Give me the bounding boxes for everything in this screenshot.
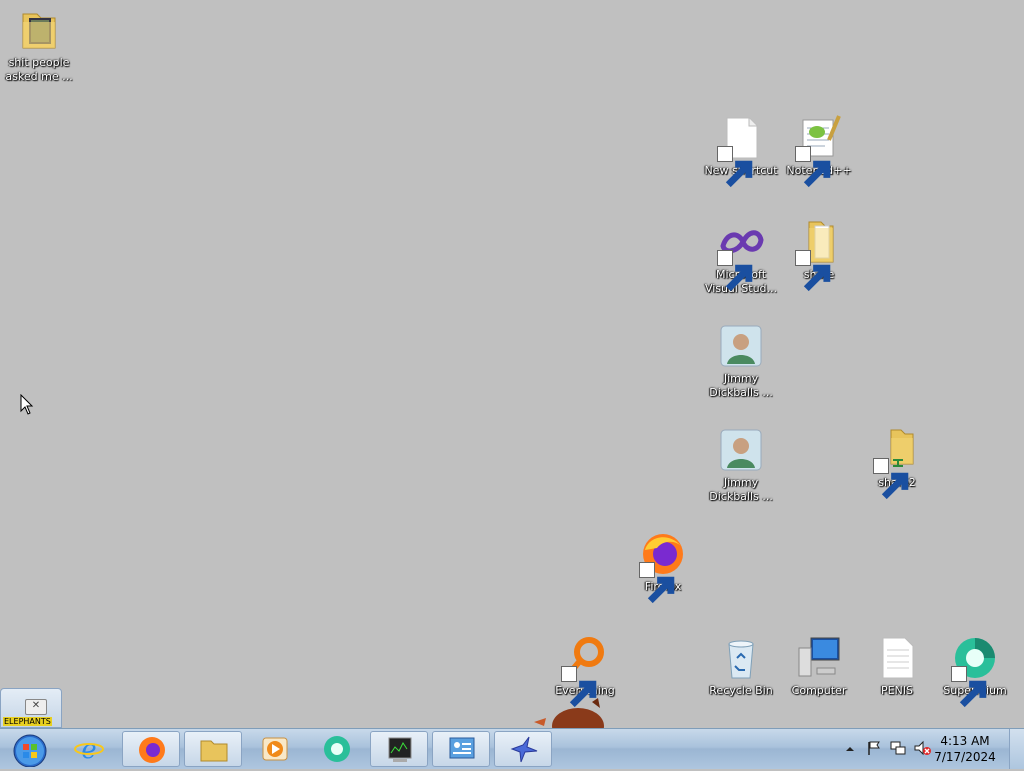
desktop-icon-visual-studio[interactable]: Microsoft Visual Stud... (702, 218, 780, 296)
shortcut-arrow-icon (795, 146, 831, 188)
volume-tray-icon[interactable] (914, 740, 932, 756)
shortcut-arrow-icon (873, 458, 909, 500)
bird-app-icon (510, 736, 538, 763)
desktop-icon-label: Jimmy Dickballs ... (709, 372, 773, 399)
desktop-icon-label: Computer (791, 684, 847, 697)
folder-icon (15, 6, 63, 54)
taskbar-firefox[interactable] (122, 731, 180, 767)
shortcut-arrow-icon (717, 250, 753, 292)
show-desktop-button[interactable] (1009, 729, 1024, 769)
shortcut-arrow-icon (795, 250, 831, 292)
desktop-icon-firefox[interactable]: Firefox (624, 530, 702, 604)
desktop-icon-label: shit people asked me ... (5, 56, 73, 83)
user-icon (717, 426, 765, 474)
svg-text:e: e (81, 735, 96, 764)
task-manager-icon (388, 737, 412, 762)
control-panel-icon (449, 737, 475, 759)
internet-explorer-icon: e (74, 735, 104, 764)
chevron-up-icon (846, 747, 854, 751)
clock[interactable]: 4:13 AM 7/17/2024 (934, 733, 996, 765)
desktop-icon-computer[interactable]: Computer (780, 634, 858, 698)
computer-icon (795, 634, 843, 682)
windows-logo-icon (13, 734, 47, 768)
everything-search-icon (561, 634, 609, 708)
taskbar-supermium[interactable] (308, 731, 366, 767)
flag-icon (868, 741, 880, 755)
visual-studio-icon (717, 218, 765, 292)
notification-popup[interactable]: ✕ ELEPHANTS (0, 688, 62, 728)
volume-muted-icon (914, 740, 931, 756)
supermium-icon (951, 634, 999, 708)
taskbar-file-explorer[interactable] (184, 731, 242, 767)
desktop-icon-supermium[interactable]: Supermium (936, 634, 1014, 708)
taskbar-media-player[interactable] (246, 731, 304, 767)
media-player-icon (262, 737, 288, 761)
close-icon[interactable]: ✕ (25, 699, 47, 715)
network-icon (890, 741, 906, 755)
desktop-icon-share[interactable]: share (780, 218, 858, 292)
blank-file-icon (717, 114, 765, 188)
recycle-bin-icon (717, 634, 765, 682)
notification-text: ELEPHANTS (3, 717, 52, 726)
folder-icon (200, 740, 228, 762)
network-tray-icon[interactable] (890, 740, 906, 756)
taskbar: e 4:13 AM 7/17/2024 (0, 728, 1024, 769)
desktop-icon-jimmy-1[interactable]: Jimmy Dickballs ... (702, 322, 780, 400)
clock-date: 7/17/2024 (934, 750, 996, 764)
supermium-icon (324, 736, 350, 762)
clock-time: 4:13 AM (940, 734, 990, 748)
taskbar-internet-explorer[interactable]: e (60, 731, 118, 767)
desktop-icon-jimmy-2[interactable]: Jimmy Dickballs ... (702, 426, 780, 504)
desktop-pet-sprite[interactable] (532, 698, 606, 728)
mouse-cursor-icon (20, 393, 34, 416)
user-icon (717, 322, 765, 370)
desktop-icon-notepadpp[interactable]: Notepad++ (780, 114, 858, 188)
show-hidden-icons-button[interactable] (844, 741, 856, 755)
desktop-icon-share2[interactable]: share2 (858, 426, 936, 500)
text-file-icon (873, 634, 921, 682)
desktop-icon-recycle-bin[interactable]: Recycle Bin (702, 634, 780, 698)
desktop-icon-label: Jimmy Dickballs ... (709, 476, 773, 503)
action-center-flag[interactable] (866, 740, 882, 756)
desktop-icon-folder-people[interactable]: shit people asked me ... (0, 6, 78, 84)
desktop-icon-everything[interactable]: Everything (546, 634, 624, 708)
firefox-icon (639, 530, 687, 604)
taskbar-task-manager[interactable] (370, 731, 428, 767)
desktop-icon-new-shortcut[interactable]: New shortcut (702, 114, 780, 188)
notepadpp-icon (795, 114, 843, 188)
shortcut-arrow-icon (951, 666, 987, 708)
firefox-icon (139, 737, 165, 763)
desktop-icon-label: Recycle Bin (709, 684, 773, 697)
shortcut-arrow-icon (717, 146, 753, 188)
folder-icon (795, 218, 843, 292)
shortcut-arrow-icon (639, 562, 675, 604)
shortcut-arrow-icon (561, 666, 597, 708)
taskbar-control-panel[interactable] (432, 731, 490, 767)
taskbar-bird-app[interactable] (494, 731, 552, 767)
desktop-icon-penis[interactable]: PENIS (858, 634, 936, 698)
desktop-icon-label: PENIS (880, 684, 914, 697)
start-button[interactable] (4, 731, 48, 768)
network-folder-icon (873, 426, 921, 500)
